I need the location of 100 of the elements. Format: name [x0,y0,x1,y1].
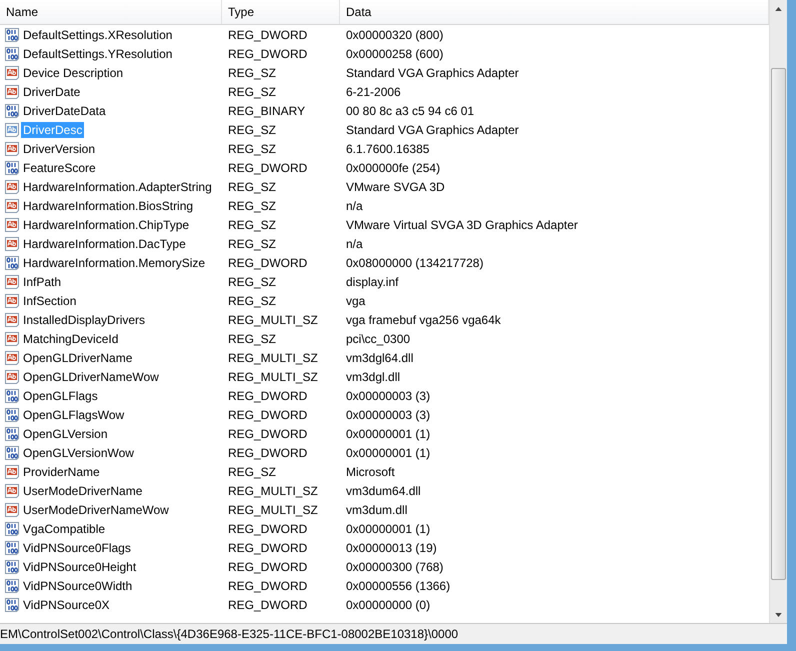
value-data: 0x00000258 (600) [346,46,444,60]
value-data: VMware Virtual SVGA 3D Graphics Adapter [346,218,578,232]
binary-value-icon [4,160,20,176]
value-name[interactable]: DriverDateData [21,102,108,118]
binary-value-icon [4,520,20,536]
value-data: vm3dgl.dll [346,370,400,384]
value-name[interactable]: HardwareInformation.AdapterString [21,178,214,194]
value-name[interactable]: UserModeDriverNameWow [21,502,171,518]
value-name[interactable]: DriverVersion [21,140,98,156]
string-value-icon [4,178,20,194]
binary-value-icon [4,406,20,422]
value-name[interactable]: VgaCompatible [21,520,108,536]
value-type: REG_MULTI_SZ [228,350,318,364]
binary-value-icon [4,254,20,270]
value-type: REG_SZ [228,218,276,232]
binary-value-icon [4,26,20,42]
value-name[interactable]: OpenGLVersion [21,426,110,442]
value-type: REG_SZ [228,198,276,212]
value-data: 0x00000320 (800) [346,28,444,42]
string-value-icon [4,274,20,290]
value-name[interactable]: InstalledDisplayDrivers [21,312,148,328]
value-type: REG_SZ [228,236,276,250]
value-name[interactable]: HardwareInformation.DacType [21,236,188,252]
value-type: REG_BINARY [228,104,306,118]
binary-value-icon [4,388,20,404]
value-data: vga [346,294,366,308]
value-data: vm3dum64.dll [346,484,421,498]
value-name[interactable]: VidPNSource0Flags [21,540,133,556]
string-value-icon [4,350,20,366]
value-type: REG_DWORD [228,598,308,612]
string-value-icon [4,312,20,328]
value-name[interactable]: HardwareInformation.BiosString [21,198,196,214]
value-type: REG_DWORD [228,256,308,270]
value-name[interactable]: VidPNSource0Height [21,558,138,574]
value-type: REG_MULTI_SZ [228,484,318,498]
value-name[interactable]: ProviderName [21,464,102,480]
value-type: REG_DWORD [228,46,308,60]
value-data: vm3dum.dll [346,502,408,516]
value-name[interactable]: VidPNSource0X [21,596,112,612]
value-type: REG_DWORD [228,408,308,422]
value-name[interactable]: DriverDate [21,84,82,100]
string-value-icon [4,464,20,480]
value-data: 0x00000556 (1366) [346,578,450,592]
value-type: REG_SZ [228,142,276,156]
value-name[interactable]: FeatureScore [21,160,98,176]
binary-value-icon [4,102,20,118]
string-value-icon [4,84,20,100]
value-type: REG_DWORD [228,446,308,460]
value-data: VMware SVGA 3D [346,180,445,194]
value-type: REG_MULTI_SZ [228,370,318,384]
value-data: vm3dgl64.dll [346,350,414,364]
value-type: REG_MULTI_SZ [228,502,318,516]
value-type: REG_SZ [228,294,276,308]
value-type: REG_DWORD [228,540,308,554]
value-data: Standard VGA Graphics Adapter [346,122,519,136]
string-value-icon [4,216,20,232]
scroll-thumb[interactable] [771,68,786,580]
value-type: REG_DWORD [228,522,308,536]
column-header[interactable]: Type [222,0,340,24]
value-name[interactable]: OpenGLFlags [21,388,100,404]
binary-value-icon [4,444,20,460]
value-name[interactable]: UserModeDriverName [21,482,144,498]
scrollbar[interactable] [769,0,787,623]
string-value-icon [4,368,20,384]
value-type: REG_SZ [228,332,276,346]
value-data: 0x00000003 (3) [346,408,430,422]
value-name[interactable]: OpenGLDriverNameWow [21,368,161,384]
value-name[interactable]: DefaultSettings.YResolution [21,46,174,62]
value-data: 6.1.7600.16385 [346,142,430,156]
value-data: n/a [346,236,363,250]
value-name[interactable]: HardwareInformation.MemorySize [21,254,208,270]
value-name[interactable]: OpenGLFlagsWow [21,406,126,422]
value-name[interactable]: DefaultSettings.XResolution [21,26,174,42]
value-name[interactable]: Device Description [21,64,126,80]
string-value-icon [4,330,20,346]
value-name[interactable]: VidPNSource0Width [21,578,134,594]
value-data: display.inf [346,274,398,288]
binary-value-icon [4,596,20,612]
value-name[interactable]: OpenGLDriverName [21,350,134,366]
binary-value-icon [4,46,20,62]
string-value-icon [4,140,20,156]
value-name[interactable]: InfPath [21,274,64,290]
value-name[interactable]: InfSection [21,292,78,308]
value-data: 0x000000fe (254) [346,160,440,174]
value-data: 0x00000013 (19) [346,540,437,554]
value-type: REG_SZ [228,464,276,478]
value-name[interactable]: OpenGLVersionWow [21,444,136,460]
string-value-icon [4,292,20,308]
column-header[interactable]: Name [0,0,222,24]
value-name[interactable]: MatchingDeviceId [21,330,120,346]
value-name[interactable]: HardwareInformation.ChipType [21,216,192,232]
value-type: REG_SZ [228,122,276,136]
string-value-icon [4,122,20,138]
value-type: REG_DWORD [228,560,308,574]
value-data: 00 80 8c a3 c5 94 c6 01 [346,104,474,118]
value-data: 0x00000300 (768) [346,560,444,574]
down-arrow-icon [775,612,782,616]
value-data: 0x00000001 (1) [346,426,430,440]
binary-value-icon [4,426,20,442]
value-type: REG_MULTI_SZ [228,312,318,326]
